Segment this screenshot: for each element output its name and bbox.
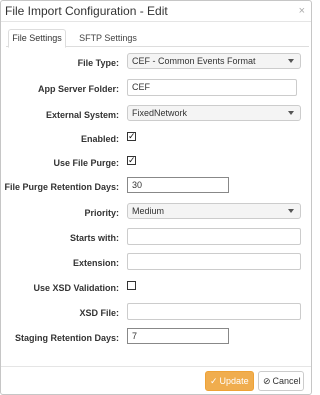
cancel-circle-icon: ⊘ — [263, 376, 271, 386]
dialog-title: File Import Configuration - Edit — [5, 4, 168, 18]
tab-file-settings[interactable]: File Settings — [8, 29, 66, 48]
staging-retention-label: Staging Retention Days: — [14, 333, 119, 343]
extension-label: Extension: — [72, 258, 119, 268]
use-file-purge-row: Use File Purge: — [1, 153, 313, 173]
use-xsd-validation-checkbox[interactable] — [127, 281, 136, 290]
priority-value: Medium — [132, 206, 165, 216]
starts-with-row: Starts with: — [1, 228, 313, 248]
xsd-file-input[interactable] — [127, 303, 301, 320]
update-button[interactable]: ✓ Update — [205, 371, 254, 391]
file-purge-retention-label: File Purge Retention Days: — [4, 182, 119, 192]
tab-bar: File Settings SFTP Settings — [6, 29, 309, 48]
cancel-button[interactable]: ⊘ Cancel — [258, 371, 304, 391]
file-type-value: CEF - Common Events Format — [132, 56, 256, 66]
file-type-label: File Type: — [77, 58, 119, 68]
use-xsd-validation-row: Use XSD Validation: — [1, 278, 313, 298]
external-system-value: FixedNetwork — [132, 108, 188, 118]
chevron-down-icon — [288, 111, 294, 115]
chevron-down-icon — [288, 209, 294, 213]
starts-with-input[interactable] — [127, 228, 301, 245]
dialog-header: File Import Configuration - Edit × — [1, 1, 311, 22]
external-system-select[interactable]: FixedNetwork — [127, 105, 301, 121]
external-system-row: External System: FixedNetwork — [1, 105, 313, 125]
app-server-folder-input[interactable]: CEF — [127, 79, 297, 96]
extension-row: Extension: — [1, 253, 313, 273]
close-icon[interactable]: × — [299, 5, 305, 17]
priority-label: Priority: — [84, 208, 119, 218]
tab-sftp-settings[interactable]: SFTP Settings — [70, 29, 146, 47]
xsd-file-label: XSD File: — [79, 308, 119, 318]
file-type-select[interactable]: CEF - Common Events Format — [127, 53, 301, 69]
xsd-file-row: XSD File: — [1, 303, 313, 323]
file-purge-retention-input[interactable]: 30 — [127, 177, 229, 193]
enabled-row: Enabled: — [1, 129, 313, 149]
enabled-label: Enabled: — [80, 134, 119, 144]
starts-with-label: Starts with: — [69, 233, 119, 243]
cancel-button-label: Cancel — [272, 376, 301, 386]
staging-retention-input[interactable]: 7 — [127, 328, 229, 344]
dialog-footer: ✓ Update ⊘ Cancel — [1, 366, 311, 395]
app-server-folder-label: App Server Folder: — [37, 84, 119, 94]
priority-row: Priority: Medium — [1, 203, 313, 223]
app-server-folder-row: App Server Folder: CEF — [1, 79, 313, 99]
extension-input[interactable] — [127, 253, 301, 270]
priority-select[interactable]: Medium — [127, 203, 301, 219]
external-system-label: External System: — [45, 110, 119, 120]
file-type-row: File Type: CEF - Common Events Format — [1, 53, 313, 73]
check-icon: ✓ — [210, 376, 218, 386]
staging-retention-row: Staging Retention Days: 7 — [1, 328, 313, 348]
chevron-down-icon — [288, 59, 294, 63]
file-purge-retention-row: File Purge Retention Days: 30 — [1, 177, 313, 197]
use-file-purge-label: Use File Purge: — [53, 158, 119, 168]
update-button-label: Update — [219, 376, 249, 386]
file-import-dialog: File Import Configuration - Edit × File … — [0, 0, 312, 395]
use-file-purge-checkbox[interactable] — [127, 156, 136, 165]
use-xsd-validation-label: Use XSD Validation: — [33, 283, 119, 293]
enabled-checkbox[interactable] — [127, 132, 136, 141]
